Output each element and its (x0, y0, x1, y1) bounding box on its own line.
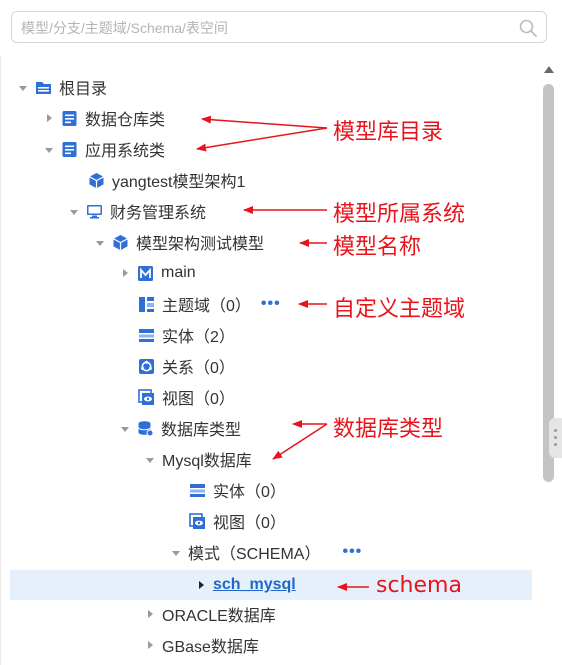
tree-node-label: yangtest模型架构1 (112, 174, 246, 191)
catalog-icon (62, 141, 77, 157)
tree-node-app-systems[interactable]: 应用系统类 (45, 135, 165, 163)
catalog-icon (62, 110, 77, 126)
tree-node-yangtest[interactable]: yangtest模型架构1 (88, 166, 245, 194)
folder-icon (36, 81, 51, 94)
tree-node-label: 数据仓库类 (85, 112, 166, 129)
tree-scrollbar[interactable] (542, 62, 556, 657)
tree-node-label: 主题域（0） (162, 298, 251, 315)
model-cube-icon (89, 172, 104, 188)
more-options-icon[interactable]: ••• (342, 543, 362, 561)
tree-node-label: main (161, 264, 196, 281)
tree-node-label: 视图（0） (213, 515, 286, 532)
annotation-db-type: 数据库类型 (333, 417, 444, 442)
entity-table-icon (190, 483, 205, 497)
tree-node-mysql-entity[interactable]: 实体（0） (189, 476, 286, 504)
tree-node-label: sch_mysql (213, 576, 296, 593)
tree-node-label: Mysql数据库 (162, 453, 252, 470)
caret-down-icon[interactable] (45, 147, 53, 153)
tree-node-label: 财务管理系统 (110, 205, 207, 222)
tree-node-label: 应用系统类 (85, 143, 166, 160)
tree-node-mysql-view[interactable]: 视图（0） (189, 507, 286, 535)
search-box[interactable] (11, 11, 547, 43)
tree-node-schema-folder[interactable]: 模式（SCHEMA） ••• (172, 538, 362, 566)
caret-right-icon[interactable] (148, 610, 153, 618)
subject-area-icon (139, 296, 154, 312)
tree-node-view[interactable]: 视图（0） (138, 383, 235, 411)
tree-node-gbase[interactable]: GBase数据库 (146, 631, 259, 659)
annotation-owner-system: 模型所属系统 (333, 202, 466, 227)
caret-right-icon[interactable] (199, 581, 204, 589)
scroll-up-arrow-icon[interactable] (544, 66, 554, 73)
tree-node-label: 模式（SCHEMA） (188, 546, 321, 563)
tree-node-relation[interactable]: 关系（0） (138, 352, 235, 380)
annotation-catalog: 模型库目录 (333, 120, 444, 145)
monitor-icon (87, 204, 102, 218)
annotation-custom-subject: 自定义主题域 (333, 297, 466, 322)
tree-node-label: 视图（0） (162, 391, 235, 408)
tree-node-warehouse[interactable]: 数据仓库类 (45, 104, 165, 132)
caret-right-icon[interactable] (47, 114, 52, 122)
tree-node-db-type[interactable]: 数据库类型 (121, 414, 241, 442)
caret-down-icon[interactable] (172, 550, 180, 556)
view-icon (138, 388, 154, 405)
tree-node-label: 实体（0） (213, 484, 286, 501)
caret-down-icon[interactable] (19, 85, 27, 91)
tree-node-label: ORACLE数据库 (162, 608, 276, 625)
search-icon[interactable] (518, 18, 538, 38)
caret-down-icon[interactable] (121, 426, 129, 432)
caret-right-icon[interactable] (123, 269, 128, 277)
caret-down-icon[interactable] (146, 457, 154, 463)
tree-node-oracle[interactable]: ORACLE数据库 (146, 600, 276, 628)
tree-node-finance[interactable]: 财务管理系统 (70, 197, 206, 225)
caret-right-icon[interactable] (148, 641, 153, 649)
entity-table-icon (139, 328, 154, 342)
database-icon (138, 420, 154, 436)
tree-node-sch-mysql[interactable]: sch_mysql (197, 571, 296, 599)
tree-node-entity[interactable]: 实体（2） (138, 321, 235, 349)
annotation-model-name: 模型名称 (333, 235, 422, 260)
tree-node-mysql[interactable]: Mysql数据库 (146, 445, 252, 473)
tree-node-label: 模型架构测试模型 (136, 236, 265, 253)
tree-node-main[interactable]: main (121, 259, 196, 287)
tree-node-label: GBase数据库 (162, 639, 259, 656)
annotation-schema: schema (376, 573, 462, 598)
caret-down-icon[interactable] (70, 209, 78, 215)
tree-node-root[interactable]: 根目录 (19, 73, 107, 101)
tree-node-label: 数据库类型 (161, 422, 242, 439)
main-branch-icon (138, 265, 153, 281)
model-cube-icon (113, 234, 128, 250)
panel-resize-handle[interactable] (549, 418, 562, 458)
view-icon (189, 512, 205, 529)
search-input[interactable] (21, 18, 501, 38)
caret-down-icon[interactable] (96, 240, 104, 246)
panel-border (0, 55, 1, 665)
tree-node-label: 根目录 (59, 81, 108, 98)
relation-icon (139, 358, 154, 374)
tree-node-label: 实体（2） (162, 329, 235, 346)
tree-node-label: 关系（0） (162, 360, 235, 377)
more-options-icon[interactable]: ••• (261, 295, 281, 313)
tree-node-test-model[interactable]: 模型架构测试模型 (96, 228, 264, 256)
tree-node-subject-area[interactable]: 主题域（0） ••• (138, 290, 281, 318)
